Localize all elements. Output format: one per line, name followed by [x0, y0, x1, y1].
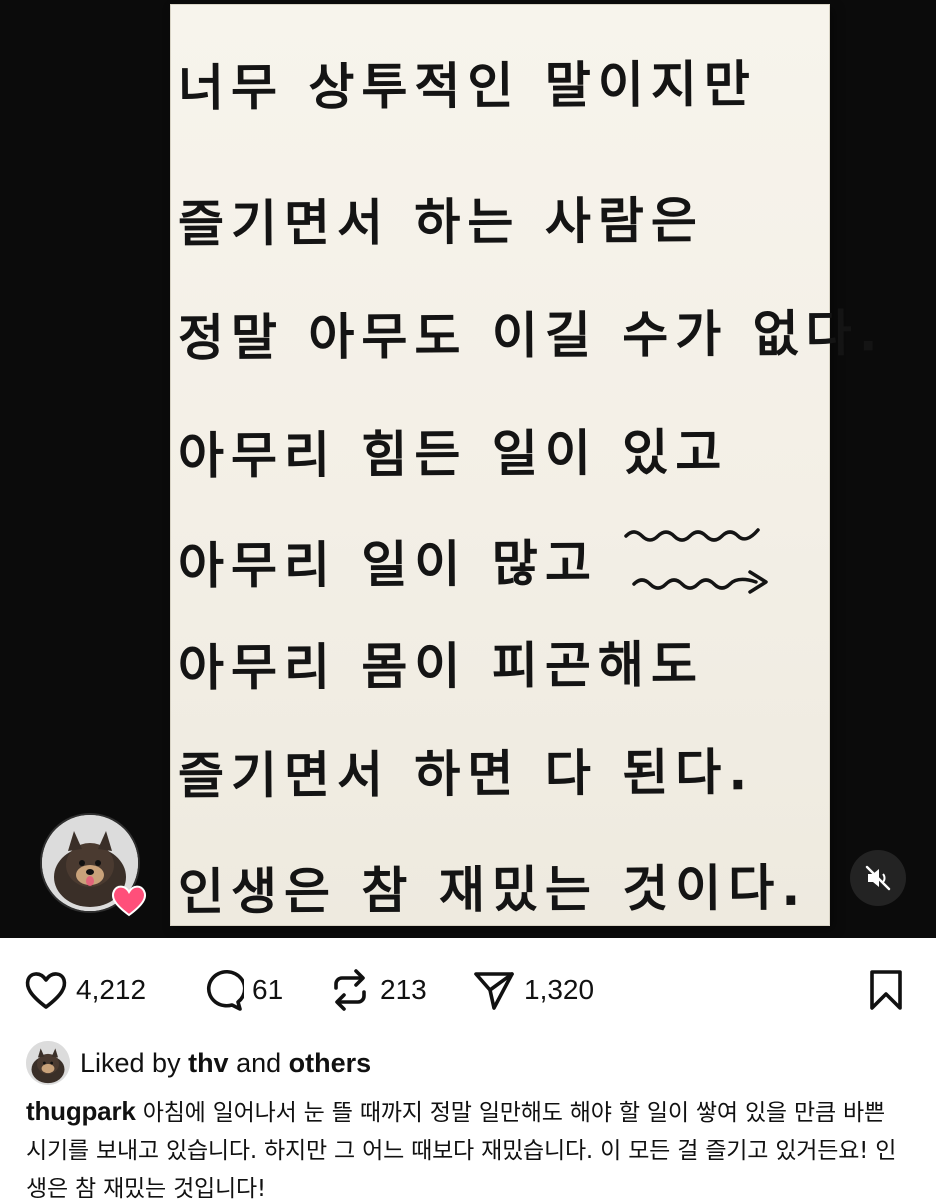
heart-icon [25, 972, 67, 1009]
note-line-4: 아무리 힘든 일이 있고 [177, 423, 729, 486]
comment-action: 61 [198, 966, 283, 1014]
repost-count: 213 [380, 974, 427, 1005]
post-caption: thugpark 아침에 일어나서 눈 뜰 때까지 정말 일만해도 해야 할 일… [26, 1092, 906, 1200]
share-action: 1,320 [470, 966, 594, 1014]
heart-badge-icon [111, 885, 147, 917]
like-action: 4,212 [22, 966, 146, 1014]
comment-count: 61 [252, 974, 284, 1005]
caption-username-link[interactable]: thugpark [26, 1096, 136, 1126]
liked-by-row: Liked by thv and others [26, 1040, 371, 1086]
mute-button[interactable] [850, 850, 906, 906]
comment-button[interactable] [198, 966, 246, 1014]
liked-by-text: Liked by thv and others [80, 1048, 371, 1079]
comment-bubble-icon [206, 969, 244, 1011]
squiggle-arrow-drawing [624, 528, 768, 594]
note-line-8: 인생은 참 재밌는 것이다. [177, 858, 808, 922]
liked-by-prefix: Liked by [80, 1047, 189, 1078]
share-count: 1,320 [524, 974, 595, 1005]
note-line-6: 아무리 몸이 피곤해도 [177, 635, 705, 698]
send-paper-plane-icon [474, 972, 514, 1010]
liked-by-user-link[interactable]: thv [188, 1048, 229, 1078]
like-count: 4,212 [76, 974, 147, 1005]
repost-icon [334, 969, 366, 1011]
liked-by-middle: and [228, 1047, 289, 1078]
repost-action: 213 [326, 966, 427, 1014]
share-button[interactable] [470, 966, 518, 1014]
caption-text: 아침에 일어나서 눈 뜰 때까지 정말 일만해도 해야 할 일이 쌓여 있을 만… [26, 1100, 897, 1200]
dog-avatar-small-icon [26, 1041, 70, 1085]
post-media[interactable]: 너무 상투적인 말이지만 즐기면서 하는 사람은 정말 아무도 이길 수가 없다… [0, 0, 936, 938]
note-line-7: 즐기면서 하면 다 된다. [177, 743, 755, 806]
bookmark-icon[interactable] [864, 968, 908, 1012]
repost-button[interactable] [326, 966, 374, 1014]
note-line-2: 즐기면서 하는 사람은 [177, 191, 705, 254]
speaker-muted-icon [865, 865, 891, 891]
note-line-3: 정말 아무도 이길 수가 없다. [177, 304, 885, 368]
note-line-1: 너무 상투적인 말이지만 [177, 55, 758, 118]
action-bar: 4,212 61 213 1,320 [0, 958, 936, 1022]
like-button[interactable] [22, 966, 70, 1014]
handwritten-note: 너무 상투적인 말이지만 즐기면서 하는 사람은 정말 아무도 이길 수가 없다… [170, 4, 885, 926]
liker-avatar[interactable] [26, 1041, 70, 1085]
liked-by-others-link[interactable]: others [289, 1048, 372, 1078]
